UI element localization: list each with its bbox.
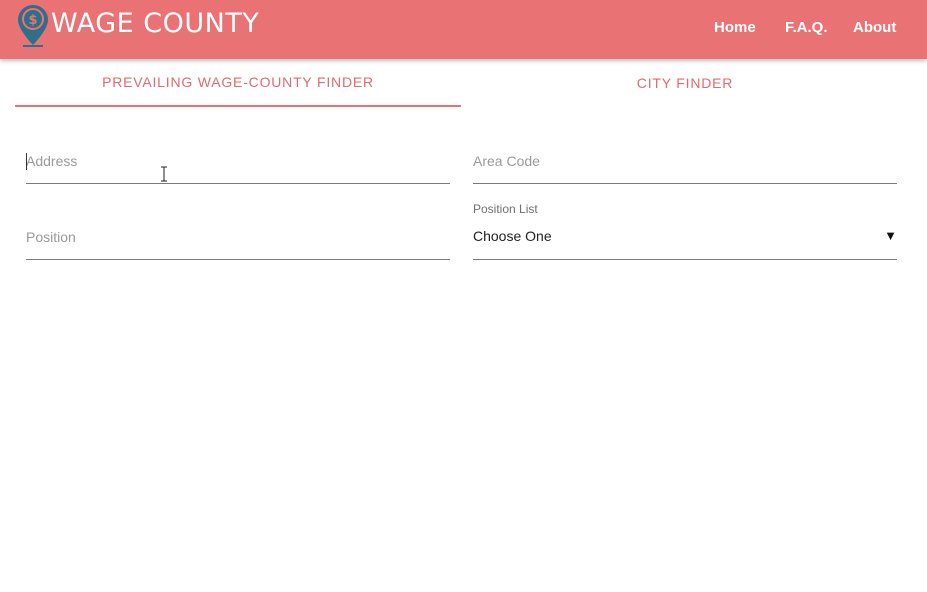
ibeam-cursor-icon xyxy=(161,166,167,182)
tab-city-finder[interactable]: CITY FINDER xyxy=(461,59,909,107)
area-code-input[interactable] xyxy=(473,153,897,169)
top-navbar: $ WAGE COUNTY Home F.A.Q. About xyxy=(0,0,927,59)
area-code-field[interactable] xyxy=(473,144,897,184)
position-field[interactable] xyxy=(26,220,450,260)
nav-about-link[interactable]: About xyxy=(853,19,896,37)
svg-text:$: $ xyxy=(28,13,37,28)
tab-city-finder-label: CITY FINDER xyxy=(636,75,734,91)
address-field[interactable] xyxy=(26,144,450,184)
dropdown-arrow-icon: ▼ xyxy=(884,228,897,243)
nav-home-link[interactable]: Home xyxy=(714,19,756,37)
map-pin-logo-icon: $ xyxy=(18,5,48,47)
tab-county-finder-label: PREVAILING WAGE-COUNTY FINDER xyxy=(102,74,374,90)
position-list-label: Position List xyxy=(473,202,538,216)
nav-faq-link[interactable]: F.A.Q. xyxy=(785,19,828,37)
position-input[interactable] xyxy=(26,229,450,245)
position-list-select[interactable]: Choose One ▼ xyxy=(473,220,897,260)
brand-title[interactable]: WAGE COUNTY xyxy=(51,7,259,41)
position-list-value: Choose One xyxy=(473,228,552,244)
address-input[interactable] xyxy=(26,153,450,169)
text-caret xyxy=(26,153,27,170)
tab-county-finder[interactable]: PREVAILING WAGE-COUNTY FINDER xyxy=(15,59,461,107)
